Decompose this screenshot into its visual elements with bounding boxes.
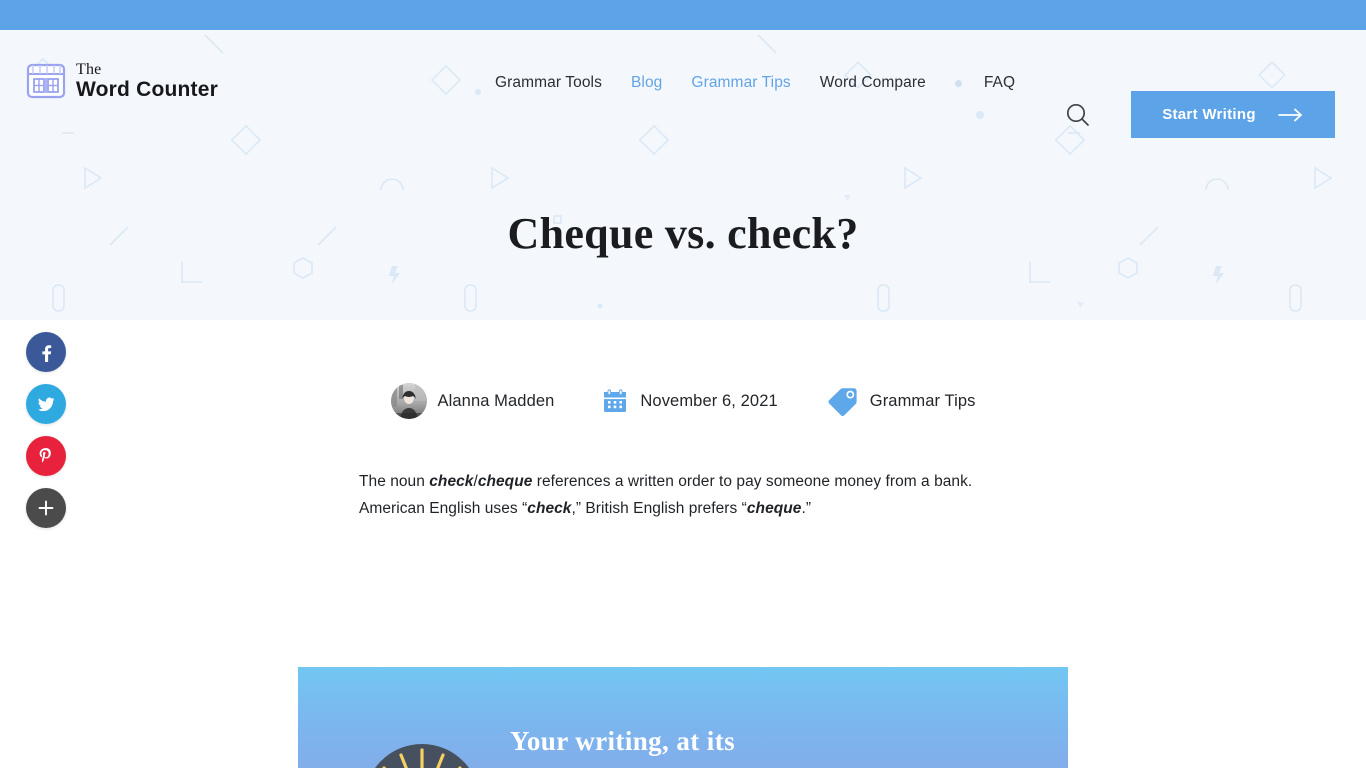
share-pinterest-button[interactable]: [26, 436, 66, 476]
search-button[interactable]: [1063, 100, 1093, 130]
pinterest-icon: [39, 448, 51, 463]
nav-decorative-dot: [954, 79, 962, 87]
arrow-right-icon: [1277, 108, 1302, 121]
twitter-icon: [38, 397, 55, 412]
emphasised-term: cheque: [746, 500, 802, 517]
word-counter-logo-icon: [26, 63, 66, 99]
article-paragraph: The noun check/cheque references a writt…: [359, 473, 973, 490]
plus-icon: [38, 500, 54, 516]
calendar-icon: [604, 389, 627, 412]
emphasised-term: check: [527, 500, 572, 517]
author-avatar: [390, 383, 427, 419]
article-paragraph: American English uses “check,” British E…: [359, 500, 812, 517]
logo-the-text: The: [76, 61, 102, 78]
publish-date: November 6, 2021: [640, 391, 778, 410]
share-twitter-button[interactable]: [26, 384, 66, 424]
nav-item-word-compare[interactable]: Word Compare: [820, 74, 955, 92]
site-logo[interactable]: The Word Counter: [26, 62, 218, 100]
social-share-rail: [26, 332, 66, 528]
author-name: Alanna Madden: [437, 391, 555, 410]
share-facebook-button[interactable]: [26, 332, 66, 372]
share-more-button[interactable]: [26, 488, 66, 528]
meta-date: November 6, 2021: [601, 387, 778, 415]
emphasised-term: cheque: [477, 473, 533, 490]
emphasised-term: check: [429, 473, 474, 490]
article-meta: Alanna Madden November 6, 2021 Grammar T…: [0, 383, 1366, 419]
main-navigation: Grammar Tools Blog Grammar Tips Word Com…: [495, 74, 1015, 92]
article-content: The noun check/cheque references a writt…: [359, 468, 1019, 522]
facebook-icon: [42, 345, 52, 362]
nav-item-grammar-tips[interactable]: Grammar Tips: [691, 74, 819, 92]
nav-item-blog[interactable]: Blog: [631, 74, 691, 92]
meta-category[interactable]: Grammar Tips: [825, 385, 976, 417]
nav-item-faq[interactable]: FAQ: [984, 74, 1015, 92]
nav-item-grammar-tools[interactable]: Grammar Tools: [495, 74, 631, 92]
page-title: Cheque vs. check?: [507, 209, 859, 258]
start-writing-label: Start Writing: [1162, 106, 1256, 123]
start-writing-button[interactable]: Start Writing: [1131, 91, 1335, 138]
promo-title: Your writing, at its: [509, 726, 735, 756]
logo-wordmark: The Word Counter: [76, 61, 218, 101]
category-name: Grammar Tips: [869, 391, 976, 410]
logo-name-text: Word Counter: [76, 78, 218, 101]
meta-author[interactable]: Alanna Madden: [390, 383, 555, 419]
top-accent-bar: [0, 0, 1366, 30]
site-header: The Word Counter Grammar Tools Blog Gram…: [0, 30, 1366, 138]
search-icon: [1066, 103, 1089, 126]
tag-icon: [828, 388, 857, 417]
promo-banner[interactable]: Your writing, at its: [298, 667, 1068, 768]
